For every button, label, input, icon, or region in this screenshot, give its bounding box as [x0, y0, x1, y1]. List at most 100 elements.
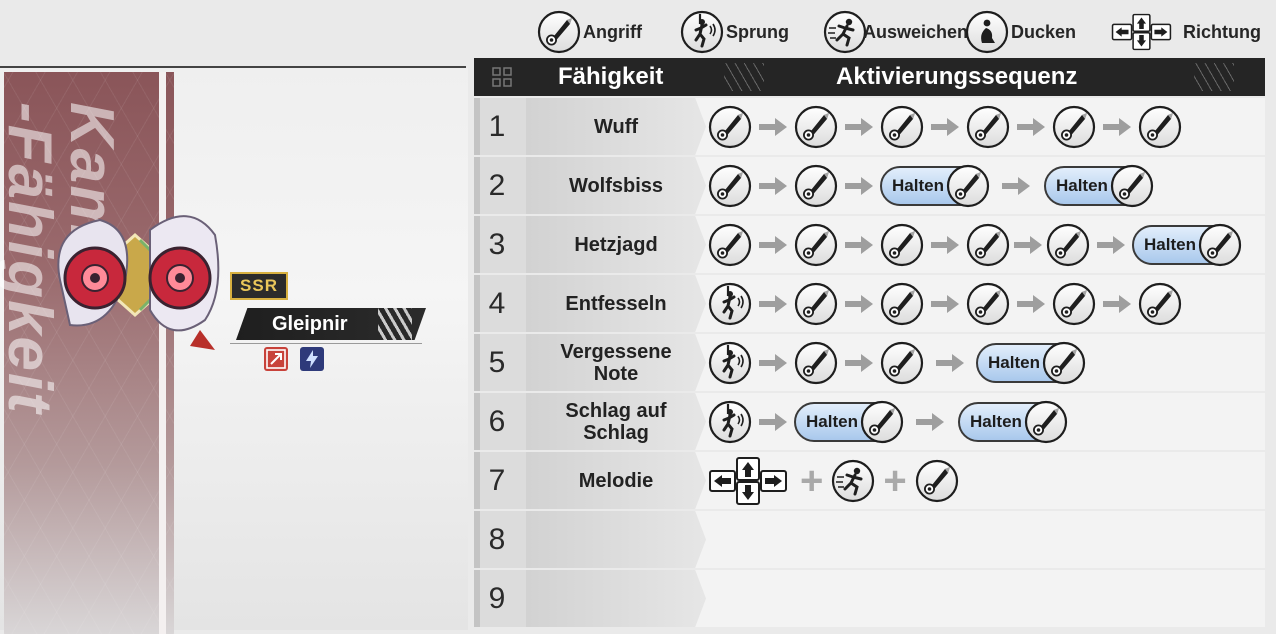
- attack-type-icon: [264, 347, 288, 371]
- arrow-right-icon: [1101, 294, 1133, 314]
- sword-icon: [708, 223, 752, 267]
- sword-icon: [1052, 282, 1096, 326]
- hold-pill: Halten: [880, 166, 988, 206]
- activation-sequence: Halten Halten: [708, 393, 1066, 450]
- table-row: 6 Schlag auf Schlag Halten Halten: [474, 393, 1265, 450]
- arrow-right-icon: [757, 412, 789, 432]
- grid-icon: [492, 67, 512, 87]
- character-portrait: [57, 215, 220, 350]
- row-number: 7: [488, 464, 506, 497]
- sword-icon: [794, 223, 838, 267]
- hold-label: Halten: [1144, 234, 1196, 254]
- arrow-right-icon: [757, 235, 789, 255]
- row-number: 8: [488, 523, 506, 556]
- hold-label: Halten: [806, 411, 858, 431]
- arrow-right-icon: [757, 353, 789, 373]
- activation-sequence: [708, 98, 1182, 155]
- legend-dodge: Ausweichen: [823, 8, 968, 56]
- lightning-icon: [300, 347, 324, 371]
- sword-icon: [966, 282, 1010, 326]
- character-name: Gleipnir: [272, 313, 348, 335]
- sword-icon: [708, 105, 752, 149]
- arrow-right-icon: [929, 294, 961, 314]
- sword-icon: [1046, 223, 1090, 267]
- skill-name: Entfesseln: [565, 292, 667, 315]
- sword-icon: [1198, 223, 1242, 267]
- dpad-icon: [1111, 12, 1175, 52]
- sword-icon: [1110, 164, 1154, 208]
- sword-icon: [966, 105, 1010, 149]
- table-row: 4 Entfesseln: [474, 275, 1265, 332]
- arrow-right-icon: [757, 294, 789, 314]
- skill-name: Wolfsbiss: [568, 174, 664, 197]
- sword-icon: [880, 105, 924, 149]
- row-number: 3: [488, 228, 506, 261]
- legend-direction: Richtung: [1111, 8, 1261, 56]
- arrow-right-icon: [843, 235, 875, 255]
- sword-icon: [1052, 105, 1096, 149]
- arrow-right-icon: [1000, 176, 1032, 196]
- table-row: 1 Wuff: [474, 98, 1265, 155]
- dpad-icon: [708, 456, 792, 506]
- legend-dodge-label: Ausweichen: [863, 21, 969, 42]
- legend-attack-label: Angriff: [583, 21, 642, 42]
- row-number: 4: [488, 287, 506, 320]
- hold-pill: Halten: [976, 343, 1084, 383]
- sword-icon: [880, 223, 924, 267]
- sword-icon: [794, 341, 838, 385]
- skill-name: [526, 570, 706, 627]
- arrow-right-icon: [929, 235, 961, 255]
- arrow-right-icon: [843, 176, 875, 196]
- skill-name: Schlag auf Schlag: [565, 399, 667, 444]
- arrow-right-icon: [929, 117, 961, 137]
- arrow-right-icon: [843, 294, 875, 314]
- hold-pill: Halten: [794, 402, 902, 442]
- skill-name: Melodie: [578, 469, 654, 492]
- sword-icon: [880, 282, 924, 326]
- jump-icon: [708, 400, 752, 444]
- activation-sequence: + +: [708, 452, 959, 509]
- skill-name: [526, 511, 706, 568]
- table-row: 5 Vergessene Note Halten: [474, 334, 1265, 391]
- sword-icon: [794, 282, 838, 326]
- arrow-right-icon: [757, 117, 789, 137]
- row-number: 9: [488, 582, 506, 615]
- jump-icon: [708, 341, 752, 385]
- arrow-right-icon: [843, 117, 875, 137]
- column-header-sequence: Aktivierungssequenz: [836, 63, 1078, 90]
- crouch-icon: [965, 10, 1009, 54]
- hold-label: Halten: [1055, 175, 1108, 195]
- hold-pill: Halten: [1043, 164, 1154, 208]
- row-number: 1: [488, 110, 506, 143]
- rarity-badge: SSR: [230, 272, 288, 300]
- input-legend: Angriff Sprung Ausweichen Ducken Richtun…: [537, 8, 1266, 56]
- row-number: 6: [488, 405, 506, 438]
- row-number: 5: [488, 346, 506, 379]
- sword-icon: [1138, 105, 1182, 149]
- table-row: 8: [474, 511, 1265, 568]
- hold-label: Halten: [988, 352, 1040, 372]
- hold-label: Halten: [969, 411, 1022, 431]
- arrow-right-icon: [757, 176, 789, 196]
- sword-icon: [1024, 400, 1068, 444]
- sword-icon: [966, 223, 1010, 267]
- sword-icon: [946, 164, 990, 208]
- table-row: 9: [474, 570, 1265, 627]
- row-number: 2: [488, 169, 506, 202]
- legend-crouch: Ducken: [965, 8, 1076, 56]
- skill-name: Vergessene Note: [560, 340, 672, 385]
- legend-direction-label: Richtung: [1183, 21, 1261, 42]
- sword-icon: [537, 10, 581, 54]
- activation-sequence: [708, 275, 1182, 332]
- arrow-right-icon: [914, 412, 946, 432]
- hold-pill: Halten: [957, 400, 1068, 444]
- name-underline: [230, 343, 422, 344]
- arrow-right-icon: [1095, 235, 1127, 255]
- table-row: 2 Wolfsbiss Halten Halten: [474, 157, 1265, 214]
- arrow-right-icon: [1015, 294, 1047, 314]
- activation-sequence: Halten: [708, 334, 1084, 391]
- sword-icon: [860, 400, 904, 444]
- arrow-right-icon: [1015, 117, 1047, 137]
- jump-icon: [680, 10, 724, 54]
- plus-icon: +: [883, 458, 907, 503]
